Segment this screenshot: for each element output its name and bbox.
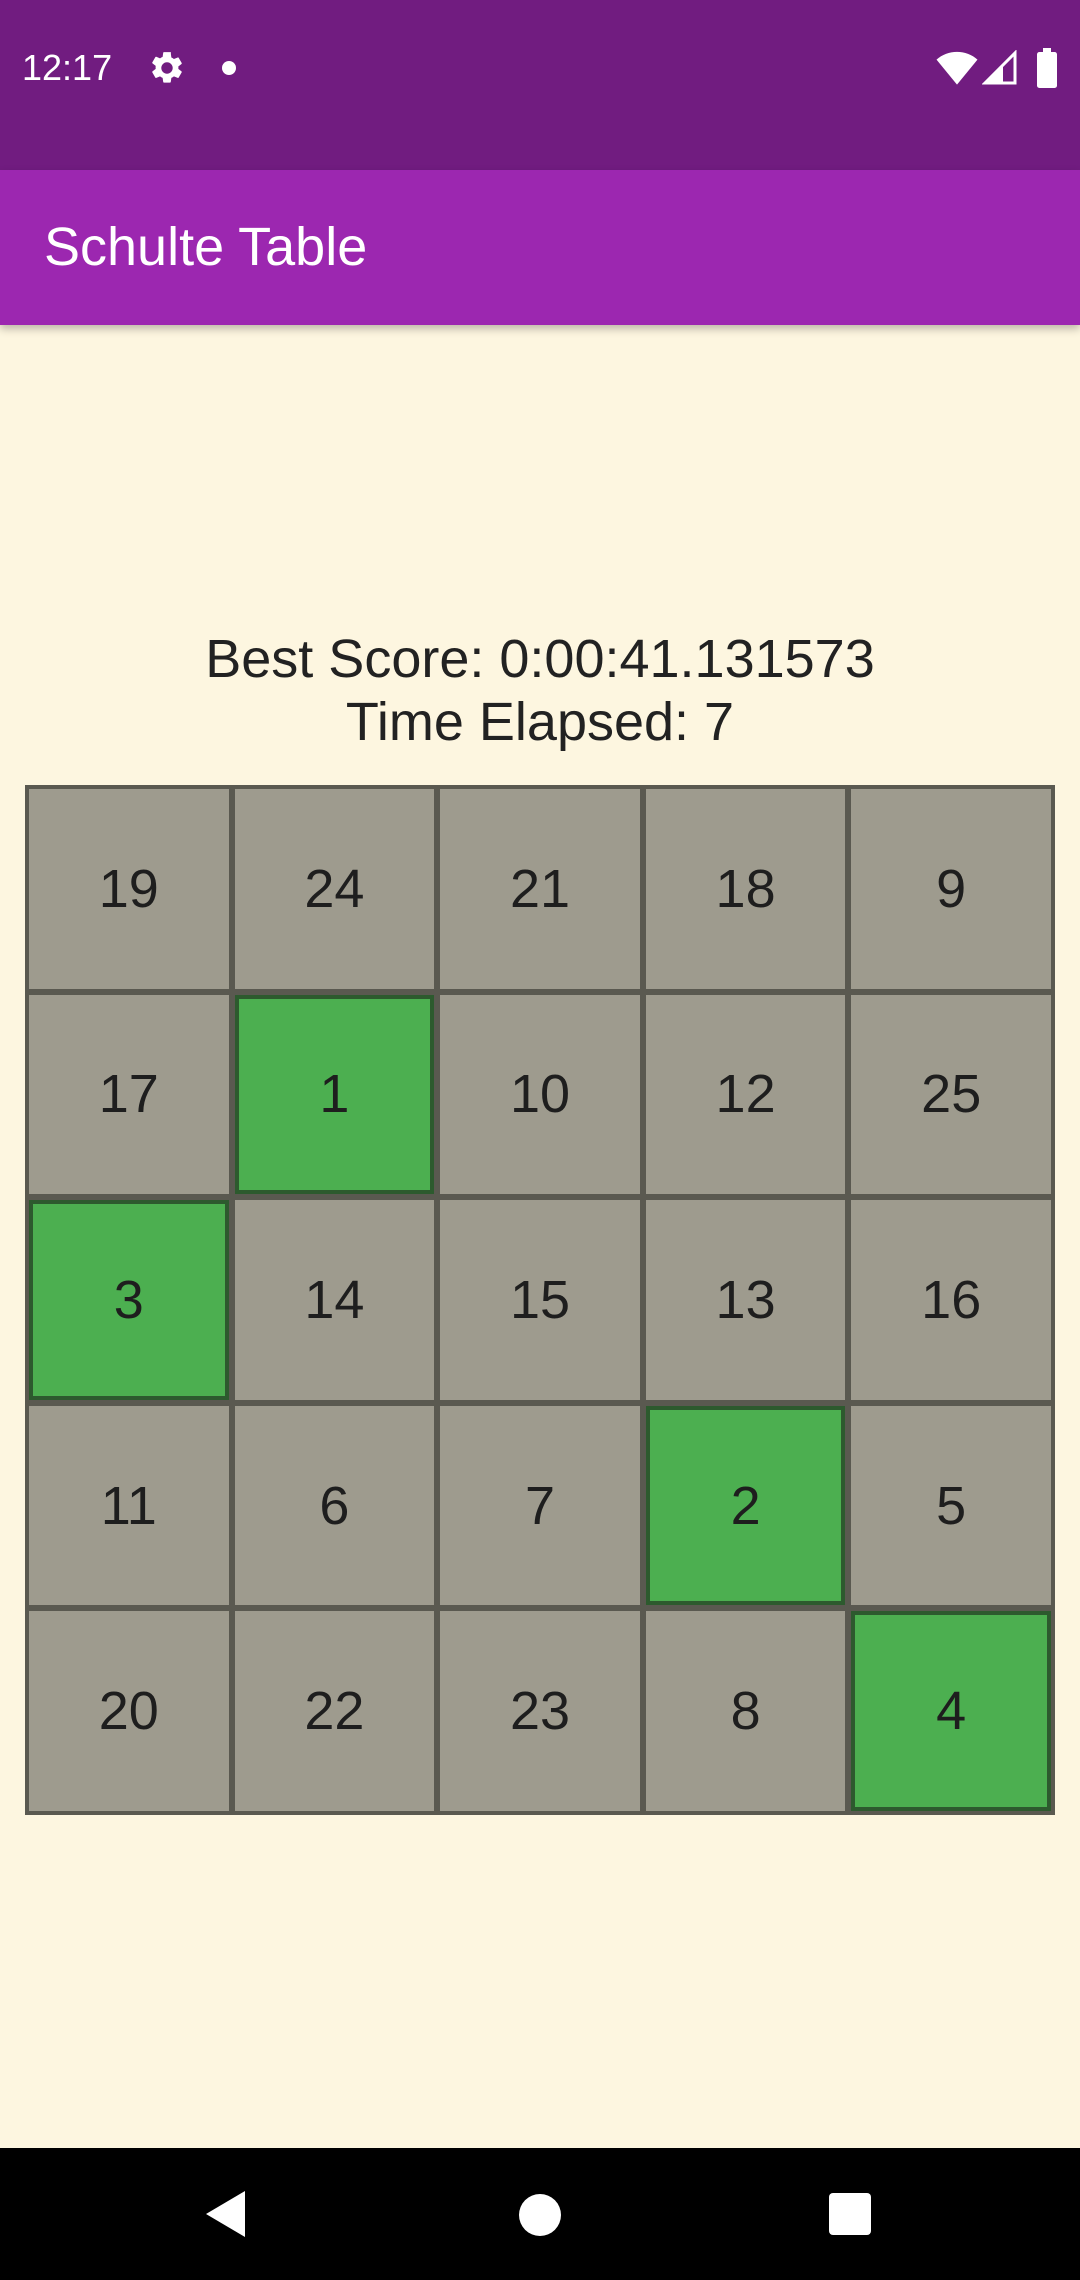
status-time: 12:17 [22,47,113,88]
grid-cell-2[interactable]: 2 [645,1405,846,1606]
grid-cell-12[interactable]: 12 [645,994,846,1195]
recents-icon[interactable] [829,2193,871,2235]
grid-cell-18[interactable]: 18 [645,789,846,989]
app-bar: Schulte Table [0,170,1080,325]
grid-cell-16[interactable]: 16 [851,1200,1051,1400]
grid-cell-25[interactable]: 25 [851,994,1051,1195]
time-elapsed-label: Time Elapsed: 7 [345,692,735,752]
score-panel: Best Score: 0:00:41.131573 Time Elapsed:… [0,628,1080,754]
grid-cell-1[interactable]: 1 [234,994,435,1195]
grid-cell-10[interactable]: 10 [440,994,640,1195]
schulte-grid: 19 24 21 18 9 17 1 10 12 25 3 14 15 13 16 11 6 7 2 5 20 22 23 8… [25,785,1055,1815]
best-score-label: Best Score: 0:00:41.131573 [205,629,875,689]
wifi-icon [936,51,978,85]
grid-cell-24[interactable]: 24 [234,789,435,989]
grid-cell-8[interactable]: 8 [645,1611,846,1811]
grid-cell-7[interactable]: 7 [440,1405,640,1606]
app-title: Schulte Table [44,217,368,277]
grid-cell-22[interactable]: 22 [234,1611,435,1811]
back-icon[interactable] [203,2188,247,2240]
grid-cell-13[interactable]: 13 [645,1200,846,1400]
battery-icon [1037,48,1057,88]
grid-cell-23[interactable]: 23 [440,1611,640,1811]
gear-icon [152,52,182,83]
status-bar: 12:17 [0,0,1080,170]
grid-cell-3[interactable]: 3 [29,1200,229,1400]
grid-cell-21[interactable]: 21 [440,789,640,989]
grid-cell-17[interactable]: 17 [29,994,229,1195]
grid-cell-14[interactable]: 14 [234,1200,435,1400]
grid-cell-4[interactable]: 4 [851,1611,1051,1811]
grid-cell-11[interactable]: 11 [29,1405,229,1606]
grid-cell-15[interactable]: 15 [440,1200,640,1400]
signal-icon [982,50,1017,85]
grid-cell-9[interactable]: 9 [851,789,1051,989]
grid-cell-19[interactable]: 19 [29,789,229,989]
home-icon[interactable] [519,2194,561,2236]
grid-cell-20[interactable]: 20 [29,1611,229,1811]
navigation-bar [0,2148,1080,2280]
grid-cell-6[interactable]: 6 [234,1405,435,1606]
grid-cell-5[interactable]: 5 [851,1405,1051,1606]
notification-dot-icon [222,61,236,75]
